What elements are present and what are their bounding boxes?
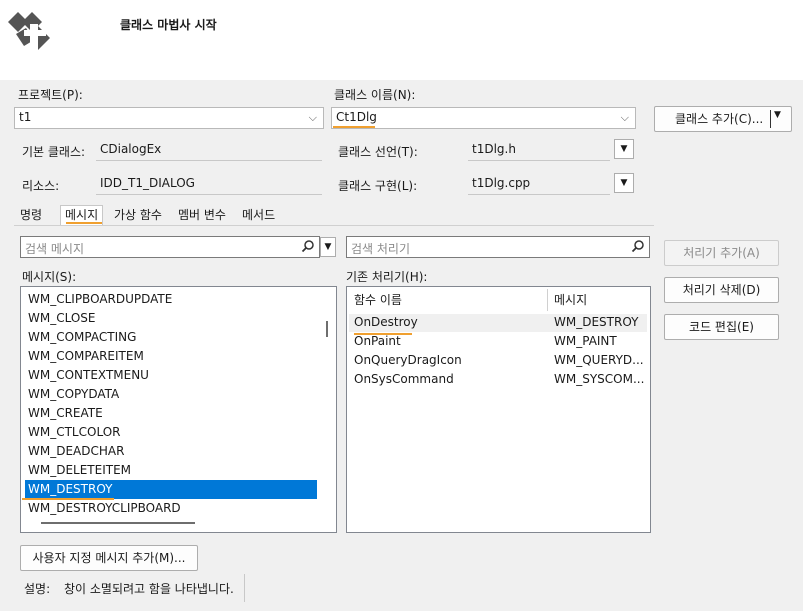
messages-vertical-scrollbar-thumb[interactable]	[326, 321, 328, 337]
add-class-label: 클래스 추가(C)...	[675, 112, 764, 126]
list-item-selected[interactable]: WM_DESTROY	[25, 480, 317, 499]
handler-function[interactable]: OnQueryDragIcon	[351, 351, 462, 370]
list-item[interactable]: WM_CONTEXTMENU	[25, 366, 149, 385]
handlers-list[interactable]: 함수 이름 메시지 OnDestroy WM_DESTROY OnPaint W…	[346, 286, 651, 533]
project-value: t1	[19, 110, 32, 124]
dropdown-arrow-icon[interactable]: ▼	[774, 110, 781, 120]
search-handlers-input[interactable]: 검색 처리기	[346, 236, 650, 258]
list-item[interactable]: WM_DEADCHAR	[25, 442, 124, 461]
class-name-highlight	[333, 126, 375, 128]
handler-message: WM_PAINT	[554, 334, 617, 348]
handler-function[interactable]: OnSysCommand	[351, 370, 454, 389]
tab-virtual-functions[interactable]: 가상 함수	[110, 206, 166, 226]
tab-methods[interactable]: 메서드	[238, 206, 279, 226]
class-declaration-dropdown[interactable]: ▼	[614, 139, 634, 159]
class-implementation-field: t1Dlg.cpp	[468, 173, 610, 195]
selected-message-highlight	[22, 498, 114, 500]
class-name-label: 클래스 이름(N):	[334, 88, 416, 102]
search-messages-filter-dropdown[interactable]: ▼	[320, 237, 336, 257]
edit-code-button[interactable]: 코드 편집(E)	[664, 314, 779, 340]
search-handlers-placeholder: 검색 처리기	[351, 242, 411, 256]
wizard-header	[0, 0, 803, 80]
class-name-value: Ct1Dlg	[336, 110, 377, 124]
tab-strip-divider	[14, 225, 654, 226]
handler-function[interactable]: OnDestroy	[351, 313, 418, 332]
class-implementation-dropdown[interactable]: ▼	[614, 173, 634, 193]
tab-messages-highlight	[66, 222, 102, 224]
chevron-down-icon: ⌵	[620, 111, 629, 124]
list-item[interactable]: WM_CLOSE	[25, 309, 96, 328]
add-class-button[interactable]: 클래스 추가(C)...	[654, 106, 792, 132]
project-combo[interactable]: t1 ⌵	[14, 107, 324, 129]
messages-label: 메시지(S):	[22, 270, 77, 284]
resource-field: IDD_T1_DIALOG	[96, 173, 322, 195]
add-class-separator	[770, 110, 771, 128]
tab-member-variables[interactable]: 멤버 변수	[174, 206, 230, 226]
add-handler-button[interactable]: 처리기 추가(A)	[664, 240, 779, 266]
wizard-title: 클래스 마법사 시작	[120, 18, 217, 32]
tab-commands[interactable]: 명령	[16, 206, 46, 226]
handler-message: WM_SYSCOM...	[554, 372, 645, 386]
list-item[interactable]: WM_DELETEITEM	[25, 461, 131, 480]
delete-handler-button[interactable]: 처리기 삭제(D)	[664, 277, 779, 303]
list-item[interactable]: WM_DESTROYCLIPBOARD	[25, 499, 181, 518]
add-custom-message-button[interactable]: 사용자 지정 메시지 추가(M)...	[20, 545, 198, 571]
resource-label: 리소스:	[22, 179, 60, 193]
search-icon	[631, 239, 645, 256]
class-declaration-field: t1Dlg.h	[468, 139, 610, 161]
description-label: 설명:	[24, 582, 51, 596]
description-text: 창이 소멸되려고 함을 나타냅니다.	[64, 582, 234, 596]
list-item[interactable]: WM_CLIPBOARDUPDATE	[25, 290, 172, 309]
handler-message: WM_QUERYD...	[554, 353, 644, 367]
handler-message: WM_DESTROY	[554, 315, 639, 329]
handlers-label: 기존 처리기(H):	[346, 270, 428, 284]
chevron-down-icon: ⌵	[308, 111, 317, 124]
list-item[interactable]: WM_COPYDATA	[25, 385, 119, 404]
search-messages-input[interactable]: 검색 메시지	[20, 236, 320, 258]
list-item[interactable]: WM_COMPACTING	[25, 328, 136, 347]
class-name-combo[interactable]: Ct1Dlg ⌵	[331, 107, 636, 129]
class-implementation-label: 클래스 구현(L):	[338, 179, 418, 193]
column-divider	[547, 289, 548, 311]
base-class-field: CDialogEx	[96, 139, 322, 161]
column-header-message[interactable]: 메시지	[554, 289, 587, 311]
list-item[interactable]: WM_COMPAREITEM	[25, 347, 144, 366]
class-declaration-label: 클래스 선언(T):	[338, 145, 418, 159]
search-icon	[301, 239, 315, 256]
class-wizard-logo-icon	[4, 4, 60, 60]
base-class-label: 기본 클래스:	[22, 145, 86, 159]
messages-list[interactable]: WM_CLIPBOARDUPDATE WM_CLOSE WM_COMPACTIN…	[20, 286, 337, 533]
selected-handler-highlight	[354, 333, 412, 335]
search-messages-placeholder: 검색 메시지	[25, 242, 85, 256]
column-header-function[interactable]: 함수 이름	[354, 289, 402, 311]
description-divider	[244, 574, 245, 602]
list-item[interactable]: WM_CREATE	[25, 404, 103, 423]
project-label: 프로젝트(P):	[18, 88, 83, 102]
messages-horizontal-scrollbar-thumb[interactable]	[41, 522, 195, 524]
list-item[interactable]: WM_CTLCOLOR	[25, 423, 120, 442]
